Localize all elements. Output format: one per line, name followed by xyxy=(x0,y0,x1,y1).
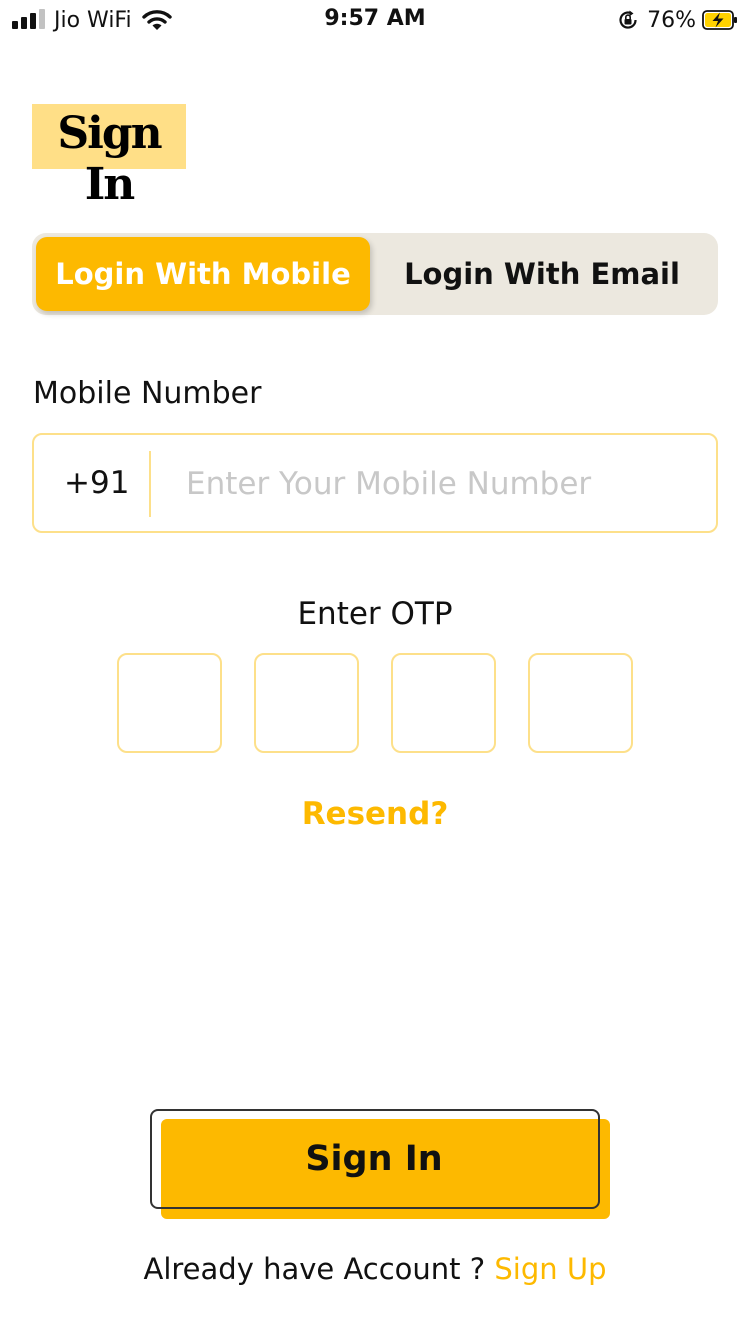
status-bar: Jio WiFi 9:57 AM 76% xyxy=(0,0,750,40)
otp-digit-3[interactable] xyxy=(391,653,496,753)
status-bar-right: 76% xyxy=(617,6,738,34)
battery-charging-icon xyxy=(702,10,737,30)
otp-label: Enter OTP xyxy=(297,596,453,632)
mobile-number-field: +91 xyxy=(32,433,718,533)
tab-login-with-mobile[interactable]: Login With Mobile xyxy=(36,237,370,311)
field-divider xyxy=(149,451,151,517)
otp-digit-1[interactable] xyxy=(117,653,222,753)
mobile-number-label: Mobile Number xyxy=(33,376,262,411)
otp-digit-4[interactable] xyxy=(528,653,633,753)
mobile-number-input[interactable] xyxy=(184,435,708,533)
otp-digit-2[interactable] xyxy=(254,653,359,753)
battery-percent: 76% xyxy=(647,7,696,33)
account-prompt-text: Already have Account ? xyxy=(143,1252,486,1286)
sign-in-screen: Jio WiFi 9:57 AM 76% Sign In Login With … xyxy=(0,0,750,1334)
resend-otp-link[interactable]: Resend? xyxy=(0,796,750,832)
orientation-lock-icon xyxy=(619,10,637,29)
login-method-tabs: Login With Mobile Login With Email xyxy=(32,233,718,315)
tab-login-with-email[interactable]: Login With Email xyxy=(370,237,714,311)
country-code[interactable]: +91 xyxy=(64,435,129,531)
sign-in-button[interactable] xyxy=(150,1109,600,1209)
sign-up-link[interactable]: Sign Up xyxy=(494,1252,606,1286)
page-title-highlight: Sign In xyxy=(32,104,186,210)
page-title: Sign In xyxy=(57,108,162,210)
account-prompt: Already have Account ? Sign Up xyxy=(0,1252,750,1286)
